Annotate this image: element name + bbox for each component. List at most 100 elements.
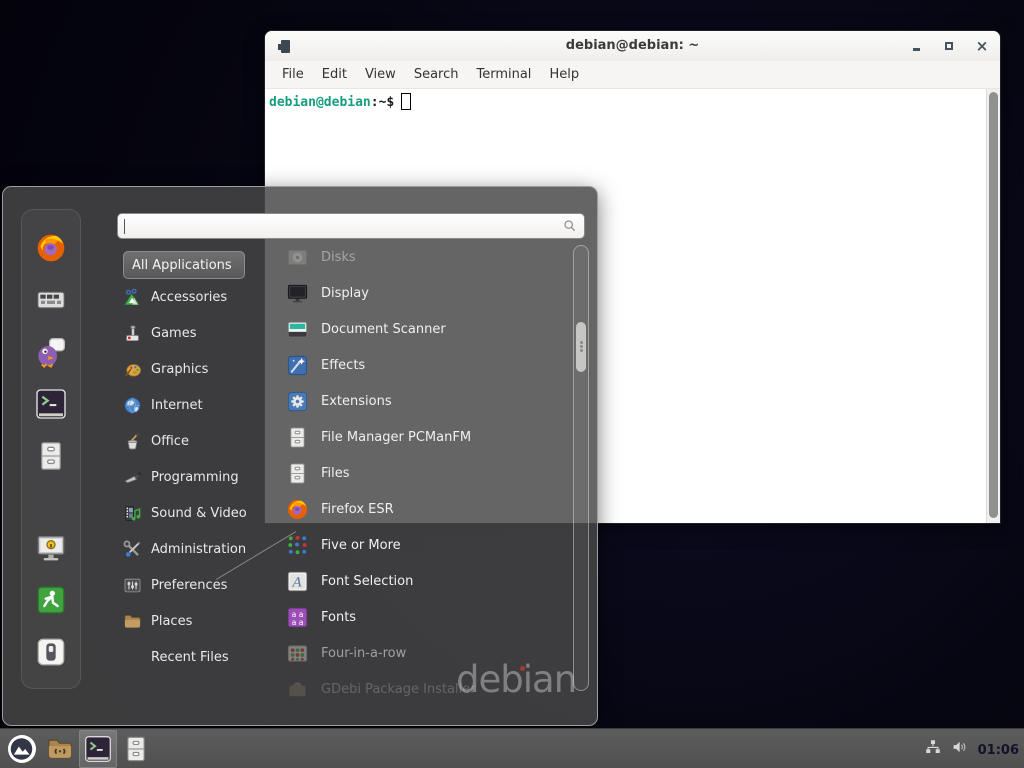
category-label: Places xyxy=(151,614,192,629)
category-office[interactable]: Office xyxy=(123,423,275,459)
category-accessories[interactable]: Accessories xyxy=(123,279,275,315)
disks-icon xyxy=(286,246,309,269)
taskbar-terminal-task[interactable] xyxy=(79,730,117,768)
app-extensions[interactable]: Extensions xyxy=(286,383,564,419)
app-four-in-a-row[interactable]: Four-in-a-row xyxy=(286,635,564,671)
terminal-icon xyxy=(35,388,67,420)
document-scanner-icon xyxy=(286,318,309,341)
svg-text:a a: a a xyxy=(292,618,304,627)
category-programming[interactable]: Programming xyxy=(123,459,275,495)
app-label: Effects xyxy=(321,358,365,373)
menu-scrollbar-thumb[interactable] xyxy=(576,322,586,372)
shut-down-button[interactable] xyxy=(35,636,67,668)
font-selection-icon: A xyxy=(286,570,309,593)
category-label: Internet xyxy=(151,398,203,413)
app-files[interactable]: Files xyxy=(286,455,564,491)
category-recent-files[interactable]: Recent Files xyxy=(123,639,275,675)
programming-icon xyxy=(123,468,142,487)
terminal-cursor xyxy=(401,93,411,110)
places-icon xyxy=(123,612,142,631)
terminal-menubar: FileEditViewSearchTerminalHelp xyxy=(265,61,1000,89)
app-effects[interactable]: Effects xyxy=(286,347,564,383)
tray-network-button[interactable] xyxy=(924,738,942,760)
category-label: Games xyxy=(151,326,196,341)
menubar-item-help[interactable]: Help xyxy=(540,63,588,86)
category-label: Preferences xyxy=(151,578,227,593)
graphics-icon xyxy=(123,360,142,379)
window-title: debian@debian: ~ xyxy=(265,31,1000,61)
administration-icon xyxy=(123,540,142,559)
terminal-titlebar[interactable]: debian@debian: ~ × xyxy=(265,31,1000,61)
app-five-or-more[interactable]: Five or More xyxy=(286,527,564,563)
extensions-icon xyxy=(286,390,309,413)
taskbar: 01:06 xyxy=(0,728,1024,768)
terminal-scrollbar-thumb[interactable] xyxy=(989,92,998,518)
prompt-user: debian@debian xyxy=(269,95,371,110)
category-internet[interactable]: Internet xyxy=(123,387,275,423)
maximize-icon xyxy=(945,42,953,50)
app-display[interactable]: Display xyxy=(286,275,564,311)
menubar-item-file[interactable]: File xyxy=(273,63,313,86)
app-label: File Manager PCManFM xyxy=(321,430,471,445)
firefox-icon xyxy=(286,498,309,521)
app-label: Fonts xyxy=(321,610,356,625)
category-label: Graphics xyxy=(151,362,208,377)
category-sound-video[interactable]: Sound & Video xyxy=(123,495,275,531)
app-font-selection[interactable]: A Font Selection xyxy=(286,563,564,599)
category-administration[interactable]: Administration xyxy=(123,531,275,567)
maximize-button[interactable] xyxy=(943,40,955,52)
menubar-item-view[interactable]: View xyxy=(356,63,405,86)
games-icon xyxy=(123,324,142,343)
category-label: Sound & Video xyxy=(151,506,247,521)
menu-scrollbar[interactable] xyxy=(573,245,589,691)
effects-icon xyxy=(286,354,309,377)
category-preferences[interactable]: Preferences xyxy=(123,567,275,603)
application-menu: All Applications Accessories Games Graphic… xyxy=(2,186,598,726)
search-input[interactable] xyxy=(127,219,562,234)
terminal-scrollbar[interactable] xyxy=(986,89,1000,523)
menubar-item-terminal[interactable]: Terminal xyxy=(467,63,540,86)
taskbar-file-browser-launcher[interactable] xyxy=(41,730,79,768)
log-out-button[interactable] xyxy=(35,584,67,616)
menubar-item-search[interactable]: Search xyxy=(405,63,468,86)
search-icon xyxy=(562,218,578,234)
category-label: Recent Files xyxy=(151,650,229,665)
favorite-terminal[interactable] xyxy=(35,388,67,420)
favorite-pidgin[interactable] xyxy=(35,336,67,368)
file-cabinet-icon xyxy=(286,426,309,449)
category-places[interactable]: Places xyxy=(123,603,275,639)
internet-icon xyxy=(123,396,142,415)
favorite-firefox[interactable] xyxy=(35,232,67,264)
window-buttons: × xyxy=(910,31,988,61)
category-games[interactable]: Games xyxy=(123,315,275,351)
favorite-file-manager[interactable] xyxy=(35,440,67,472)
search-box xyxy=(117,213,585,239)
favorite-virtual-keyboard[interactable] xyxy=(35,284,67,316)
app-label: Document Scanner xyxy=(321,322,446,337)
close-button[interactable]: × xyxy=(976,40,988,52)
taskbar-file-manager-launcher[interactable] xyxy=(117,730,155,768)
app-file-manager-pcmanfm[interactable]: File Manager PCManFM xyxy=(286,419,564,455)
tray-volume-button[interactable] xyxy=(951,738,969,760)
menu-launcher-button[interactable] xyxy=(3,730,41,768)
app-document-scanner[interactable]: Document Scanner xyxy=(286,311,564,347)
category-label: Programming xyxy=(151,470,239,485)
minimize-button[interactable] xyxy=(910,40,922,52)
app-label: Font Selection xyxy=(321,574,413,589)
favorites-sidebar xyxy=(21,209,81,689)
text-caret xyxy=(124,219,125,234)
clock[interactable]: 01:06 xyxy=(978,743,1019,758)
app-label: Four-in-a-row xyxy=(321,646,406,661)
folder-icon xyxy=(46,735,74,763)
blank-icon xyxy=(123,648,142,667)
network-icon xyxy=(924,738,942,756)
lock-screen-button[interactable] xyxy=(35,532,67,564)
app-disks[interactable]: Disks xyxy=(286,239,564,275)
app-firefox-esr[interactable]: Firefox ESR xyxy=(286,491,564,527)
menubar-item-edit[interactable]: Edit xyxy=(313,63,356,86)
app-gdebi-package-installer[interactable]: GDebi Package Installer xyxy=(286,671,564,707)
category-graphics[interactable]: Graphics xyxy=(123,351,275,387)
app-fonts[interactable]: a aa aFonts xyxy=(286,599,564,635)
category-label: Administration xyxy=(151,542,246,557)
category-all-applications[interactable]: All Applications xyxy=(123,251,245,279)
